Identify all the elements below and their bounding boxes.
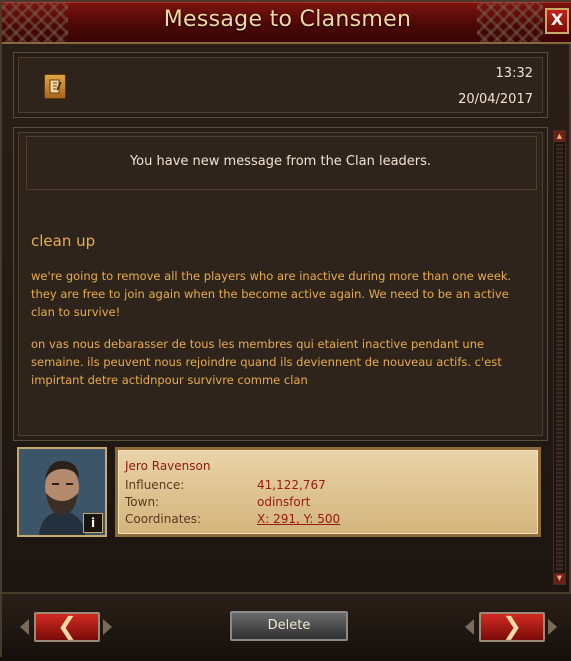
town-label: Town: — [125, 495, 160, 509]
info-button[interactable]: i — [83, 513, 103, 533]
sender-card: Jero Ravenson Influence: 41,122,767 Town… — [115, 447, 541, 537]
message-time: 13:32 — [495, 66, 533, 81]
message-paragraph: we're going to remove all the players wh… — [31, 269, 512, 319]
prev-arrow-ornament-icon — [103, 619, 112, 635]
message-header: 13:32 20/04/2017 — [13, 52, 548, 118]
notice-text: You have new message from the Clan leade… — [129, 154, 432, 169]
town-value: odinsfort — [257, 495, 311, 509]
sender-avatar[interactable]: i — [17, 447, 107, 537]
influence-label: Influence: — [125, 478, 185, 492]
next-button[interactable]: ❯ — [479, 612, 545, 642]
next-arrow-ornament-icon — [465, 619, 474, 635]
close-button[interactable]: X — [545, 8, 569, 34]
scrollbar[interactable]: ▲ ▼ — [553, 130, 566, 585]
message-window: Message to Clansmen X 13:32 20/04/2017 Y… — [0, 0, 571, 661]
message-date: 20/04/2017 — [458, 92, 533, 107]
title-bar: Message to Clansmen X — [2, 2, 571, 44]
scroll-track[interactable] — [556, 144, 563, 572]
window-title: Message to Clansmen — [163, 7, 412, 32]
coordinates-label: Coordinates: — [125, 512, 202, 526]
message-subject: clean up — [31, 232, 96, 250]
footer-bar: ❮ Delete ❯ — [2, 592, 571, 661]
message-body-panel: You have new message from the Clan leade… — [13, 127, 548, 441]
influence-value: 41,122,767 — [257, 478, 326, 492]
message-paragraph: on vas nous debarasser de tous les membr… — [31, 337, 502, 387]
message-text: we're going to remove all the players wh… — [31, 267, 531, 403]
previous-button[interactable]: ❮ — [34, 612, 100, 642]
coordinates-link[interactable]: X: 291, Y: 500 — [257, 512, 340, 526]
sender-name[interactable]: Jero Ravenson — [125, 459, 210, 473]
scroll-up-arrow-icon[interactable]: ▲ — [554, 131, 565, 142]
prev-arrow-ornament-icon — [20, 619, 29, 635]
message-scroll-icon — [44, 74, 66, 99]
delete-button[interactable]: Delete — [230, 611, 348, 641]
scroll-down-arrow-icon[interactable]: ▼ — [554, 573, 565, 584]
next-arrow-ornament-icon — [548, 619, 557, 635]
